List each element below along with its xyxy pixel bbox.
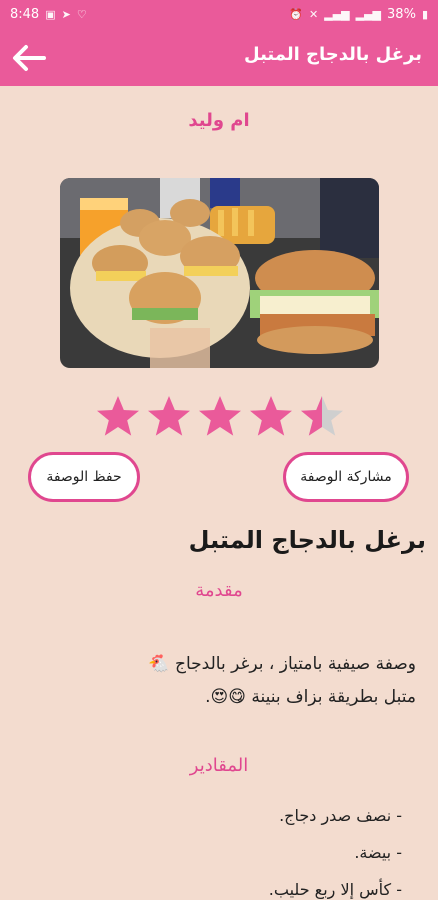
heart-icon: ♡	[76, 8, 87, 21]
recipe-title: برغل بالدجاج المتبل	[188, 526, 426, 554]
signal-icon: ▂▄▆	[324, 8, 350, 21]
intro-line: وصفة صيفية بامتياز ، برغر بالدجاج 🐔	[148, 654, 416, 674]
author-name: ام وليد	[188, 110, 250, 131]
gallery-icon: ▣	[45, 8, 56, 21]
battery-level: 38%	[387, 7, 416, 22]
ingredients-heading: المقادير	[189, 755, 249, 776]
star-icon[interactable]	[197, 393, 243, 439]
rating-stars[interactable]	[95, 393, 345, 439]
share-recipe-button[interactable]: مشاركة الوصفة	[283, 452, 409, 502]
page-title: برغل بالدجاج المتبل	[244, 44, 422, 65]
star-icon[interactable]	[95, 393, 141, 439]
intro-line: متبل بطريقة بزاف بنينة 😋😍.	[205, 687, 416, 707]
ingredient-item: - بيضة.	[354, 843, 402, 862]
alarm-icon: ⏰	[289, 8, 304, 21]
star-icon[interactable]	[248, 393, 294, 439]
status-time: 8:48	[10, 7, 40, 22]
mute-icon: ✕	[309, 8, 319, 21]
ingredient-item: - كأس إلا ربع حليب.	[268, 880, 402, 899]
wifi-signal-icon: ▂▄▆	[355, 8, 382, 21]
status-bar: 8:48 ▣ ➤ ♡ ⏰ ✕ ▂▄▆ ▂▄▆ 38% ▮	[0, 0, 438, 30]
intro-text: وصفة صيفية بامتياز ، برغر بالدجاج 🐔 متبل…	[36, 648, 416, 714]
back-arrow-icon[interactable]	[10, 42, 46, 74]
intro-heading: مقدمة	[195, 580, 243, 601]
half-star-icon[interactable]	[299, 393, 345, 439]
save-recipe-button[interactable]: حفظ الوصفة	[28, 452, 140, 502]
ingredient-item: - نصف صدر دجاج.	[279, 806, 402, 825]
recipe-photo	[60, 178, 379, 368]
battery-icon: ▮	[421, 8, 428, 21]
app-bar: برغل بالدجاج المتبل	[0, 30, 438, 86]
navigation-icon: ➤	[61, 8, 71, 21]
star-icon[interactable]	[146, 393, 192, 439]
